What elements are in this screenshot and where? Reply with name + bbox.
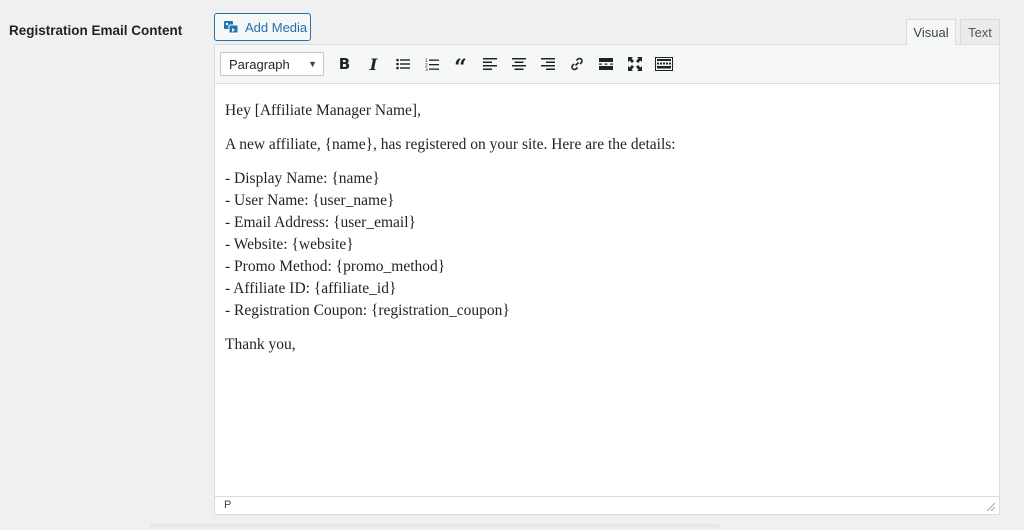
resize-handle-icon[interactable] xyxy=(987,503,995,511)
intro-line: A new affiliate, {name}, has registered … xyxy=(225,136,676,153)
align-center-icon xyxy=(511,58,526,70)
add-media-label: Add Media xyxy=(245,19,308,35)
detail-line: - Display Name: {name} xyxy=(225,170,380,187)
add-media-icon xyxy=(223,19,239,35)
paragraph-format-select[interactable]: Paragraph ▼ xyxy=(220,52,324,76)
detail-line: - User Name: {user_name} xyxy=(225,192,395,209)
read-more-icon xyxy=(598,58,613,70)
toolbar-toggle-icon xyxy=(654,57,673,71)
align-right-icon xyxy=(540,58,555,70)
chevron-down-icon: ▼ xyxy=(308,59,317,69)
editor-toolbar: Paragraph ▼ B I 1 2 3 “ xyxy=(215,45,999,84)
fullscreen-icon xyxy=(627,57,642,71)
detail-line: - Email Address: {user_email} xyxy=(225,214,416,231)
toolbar-toggle-button[interactable] xyxy=(649,50,678,78)
format-select-value: Paragraph xyxy=(229,56,290,72)
detail-line: - Registration Coupon: {registration_cou… xyxy=(225,302,510,319)
bold-icon: B xyxy=(338,55,351,73)
editor-content-area[interactable]: Hey [Affiliate Manager Name], A new affi… xyxy=(215,84,999,497)
detail-line: - Promo Method: {promo_method} xyxy=(225,258,446,275)
divider xyxy=(150,524,720,530)
email-content-editor: Paragraph ▼ B I 1 2 3 “ Hey [Affiliate M… xyxy=(214,44,1000,515)
tab-visual[interactable]: Visual xyxy=(906,19,956,45)
numbered-list-button[interactable]: 1 2 3 xyxy=(417,50,446,78)
closing-line: Thank you, xyxy=(225,336,296,353)
detail-line: - Website: {website} xyxy=(225,236,354,253)
align-center-button[interactable] xyxy=(504,50,533,78)
details-list: - Display Name: {name} - User Name: {use… xyxy=(225,168,989,322)
align-right-button[interactable] xyxy=(533,50,562,78)
add-media-button[interactable]: Add Media xyxy=(214,13,311,41)
align-left-button[interactable] xyxy=(475,50,504,78)
detail-line: - Affiliate ID: {affiliate_id} xyxy=(225,280,397,297)
registration-email-content-label: Registration Email Content xyxy=(9,23,183,38)
blockquote-icon: “ xyxy=(454,55,467,81)
italic-icon: I xyxy=(369,54,378,74)
element-path[interactable]: P xyxy=(224,499,231,511)
tab-text[interactable]: Text xyxy=(960,19,1000,44)
align-left-icon xyxy=(482,58,497,70)
numbered-list-icon: 1 2 3 xyxy=(425,58,439,71)
svg-text:3: 3 xyxy=(425,67,428,71)
bulleted-list-button[interactable] xyxy=(388,50,417,78)
italic-button[interactable]: I xyxy=(359,50,388,78)
greeting-line: Hey [Affiliate Manager Name], xyxy=(225,102,421,119)
bold-button[interactable]: B xyxy=(330,50,359,78)
link-icon xyxy=(570,57,583,71)
read-more-button[interactable] xyxy=(591,50,620,78)
bulleted-list-icon xyxy=(395,58,410,70)
fullscreen-button[interactable] xyxy=(620,50,649,78)
insert-link-button[interactable] xyxy=(562,50,591,78)
editor-statusbar: P xyxy=(215,496,999,514)
blockquote-button[interactable]: “ xyxy=(446,50,475,81)
